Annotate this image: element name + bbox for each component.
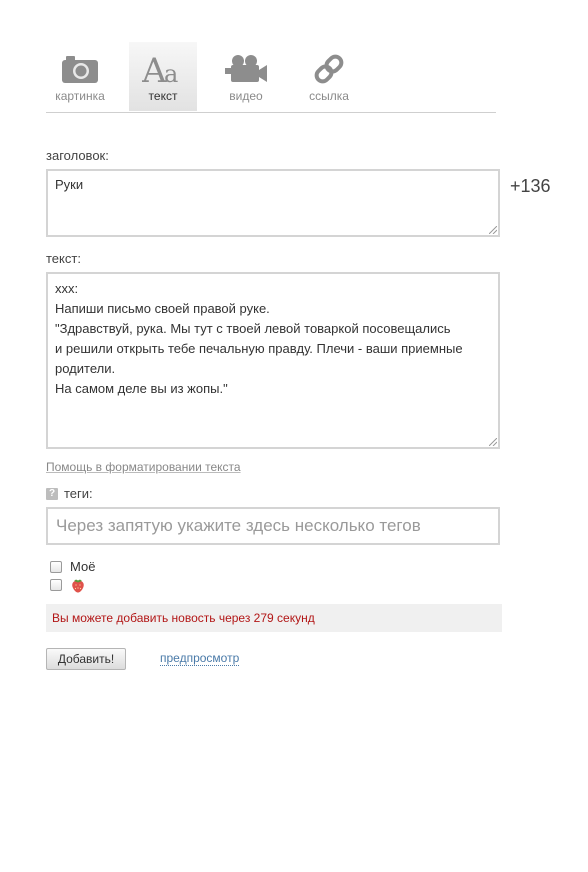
question-icon[interactable]: ? [46, 487, 58, 500]
strawberry-option[interactable] [50, 577, 86, 593]
rate-limit-notice: Вы можете добавить новость через 279 сек… [46, 604, 502, 632]
tags-label-row: ? теги: [46, 486, 93, 501]
text-line: На самом деле вы из жопы." [55, 381, 228, 396]
submit-button[interactable]: Добавить! [46, 648, 126, 670]
camera-icon [46, 52, 114, 86]
mine-option[interactable]: Моё [50, 559, 95, 574]
tab-link-label: ссылка [309, 89, 349, 103]
text-line: ххх: [55, 281, 79, 296]
svg-text:a: a [164, 60, 178, 86]
resize-grip-icon[interactable] [489, 438, 497, 446]
strawberry-icon [72, 579, 84, 593]
text-line: и решили открыть тебе печальную правду. … [55, 341, 463, 356]
text-line: Напиши письмо своей правой руке. [55, 301, 270, 316]
text-field[interactable]: ххх: Напиши письмо своей правой руке. "З… [46, 272, 500, 449]
tags-label: теги: [64, 486, 93, 501]
strawberry-checkbox[interactable] [50, 579, 62, 591]
video-camera-icon [212, 52, 280, 86]
tab-video-label: видео [229, 89, 263, 103]
title-value: Руки [55, 177, 84, 192]
tab-text-label: текст [148, 89, 178, 103]
mine-label: Моё [70, 559, 96, 574]
title-char-counter: +136 [510, 176, 551, 196]
title-field[interactable]: Руки [46, 169, 500, 237]
tab-picture[interactable]: картинка [46, 42, 114, 111]
title-label: заголовок: [46, 148, 109, 163]
text-aa-icon: A a [129, 52, 197, 86]
tab-link[interactable]: ссылка [295, 42, 363, 111]
post-type-tabs: картинка A a текст видео ссылка [46, 42, 496, 113]
formatting-help-link[interactable]: Помощь в форматировании текста [46, 460, 241, 474]
resize-grip-icon[interactable] [489, 226, 497, 234]
tab-video[interactable]: видео [212, 42, 280, 111]
tab-picture-label: картинка [55, 89, 105, 103]
tab-text[interactable]: A a текст [129, 42, 197, 111]
text-label: текст: [46, 251, 81, 266]
link-icon [295, 52, 363, 86]
preview-link[interactable]: предпросмотр [160, 652, 240, 666]
mine-checkbox[interactable] [50, 560, 62, 573]
tags-input[interactable]: Через запятую укажите здесь несколько те… [46, 507, 500, 545]
text-line: родители. [55, 361, 116, 376]
text-line: "Здравствуй, рука. Мы тут с твоей левой … [55, 321, 451, 336]
